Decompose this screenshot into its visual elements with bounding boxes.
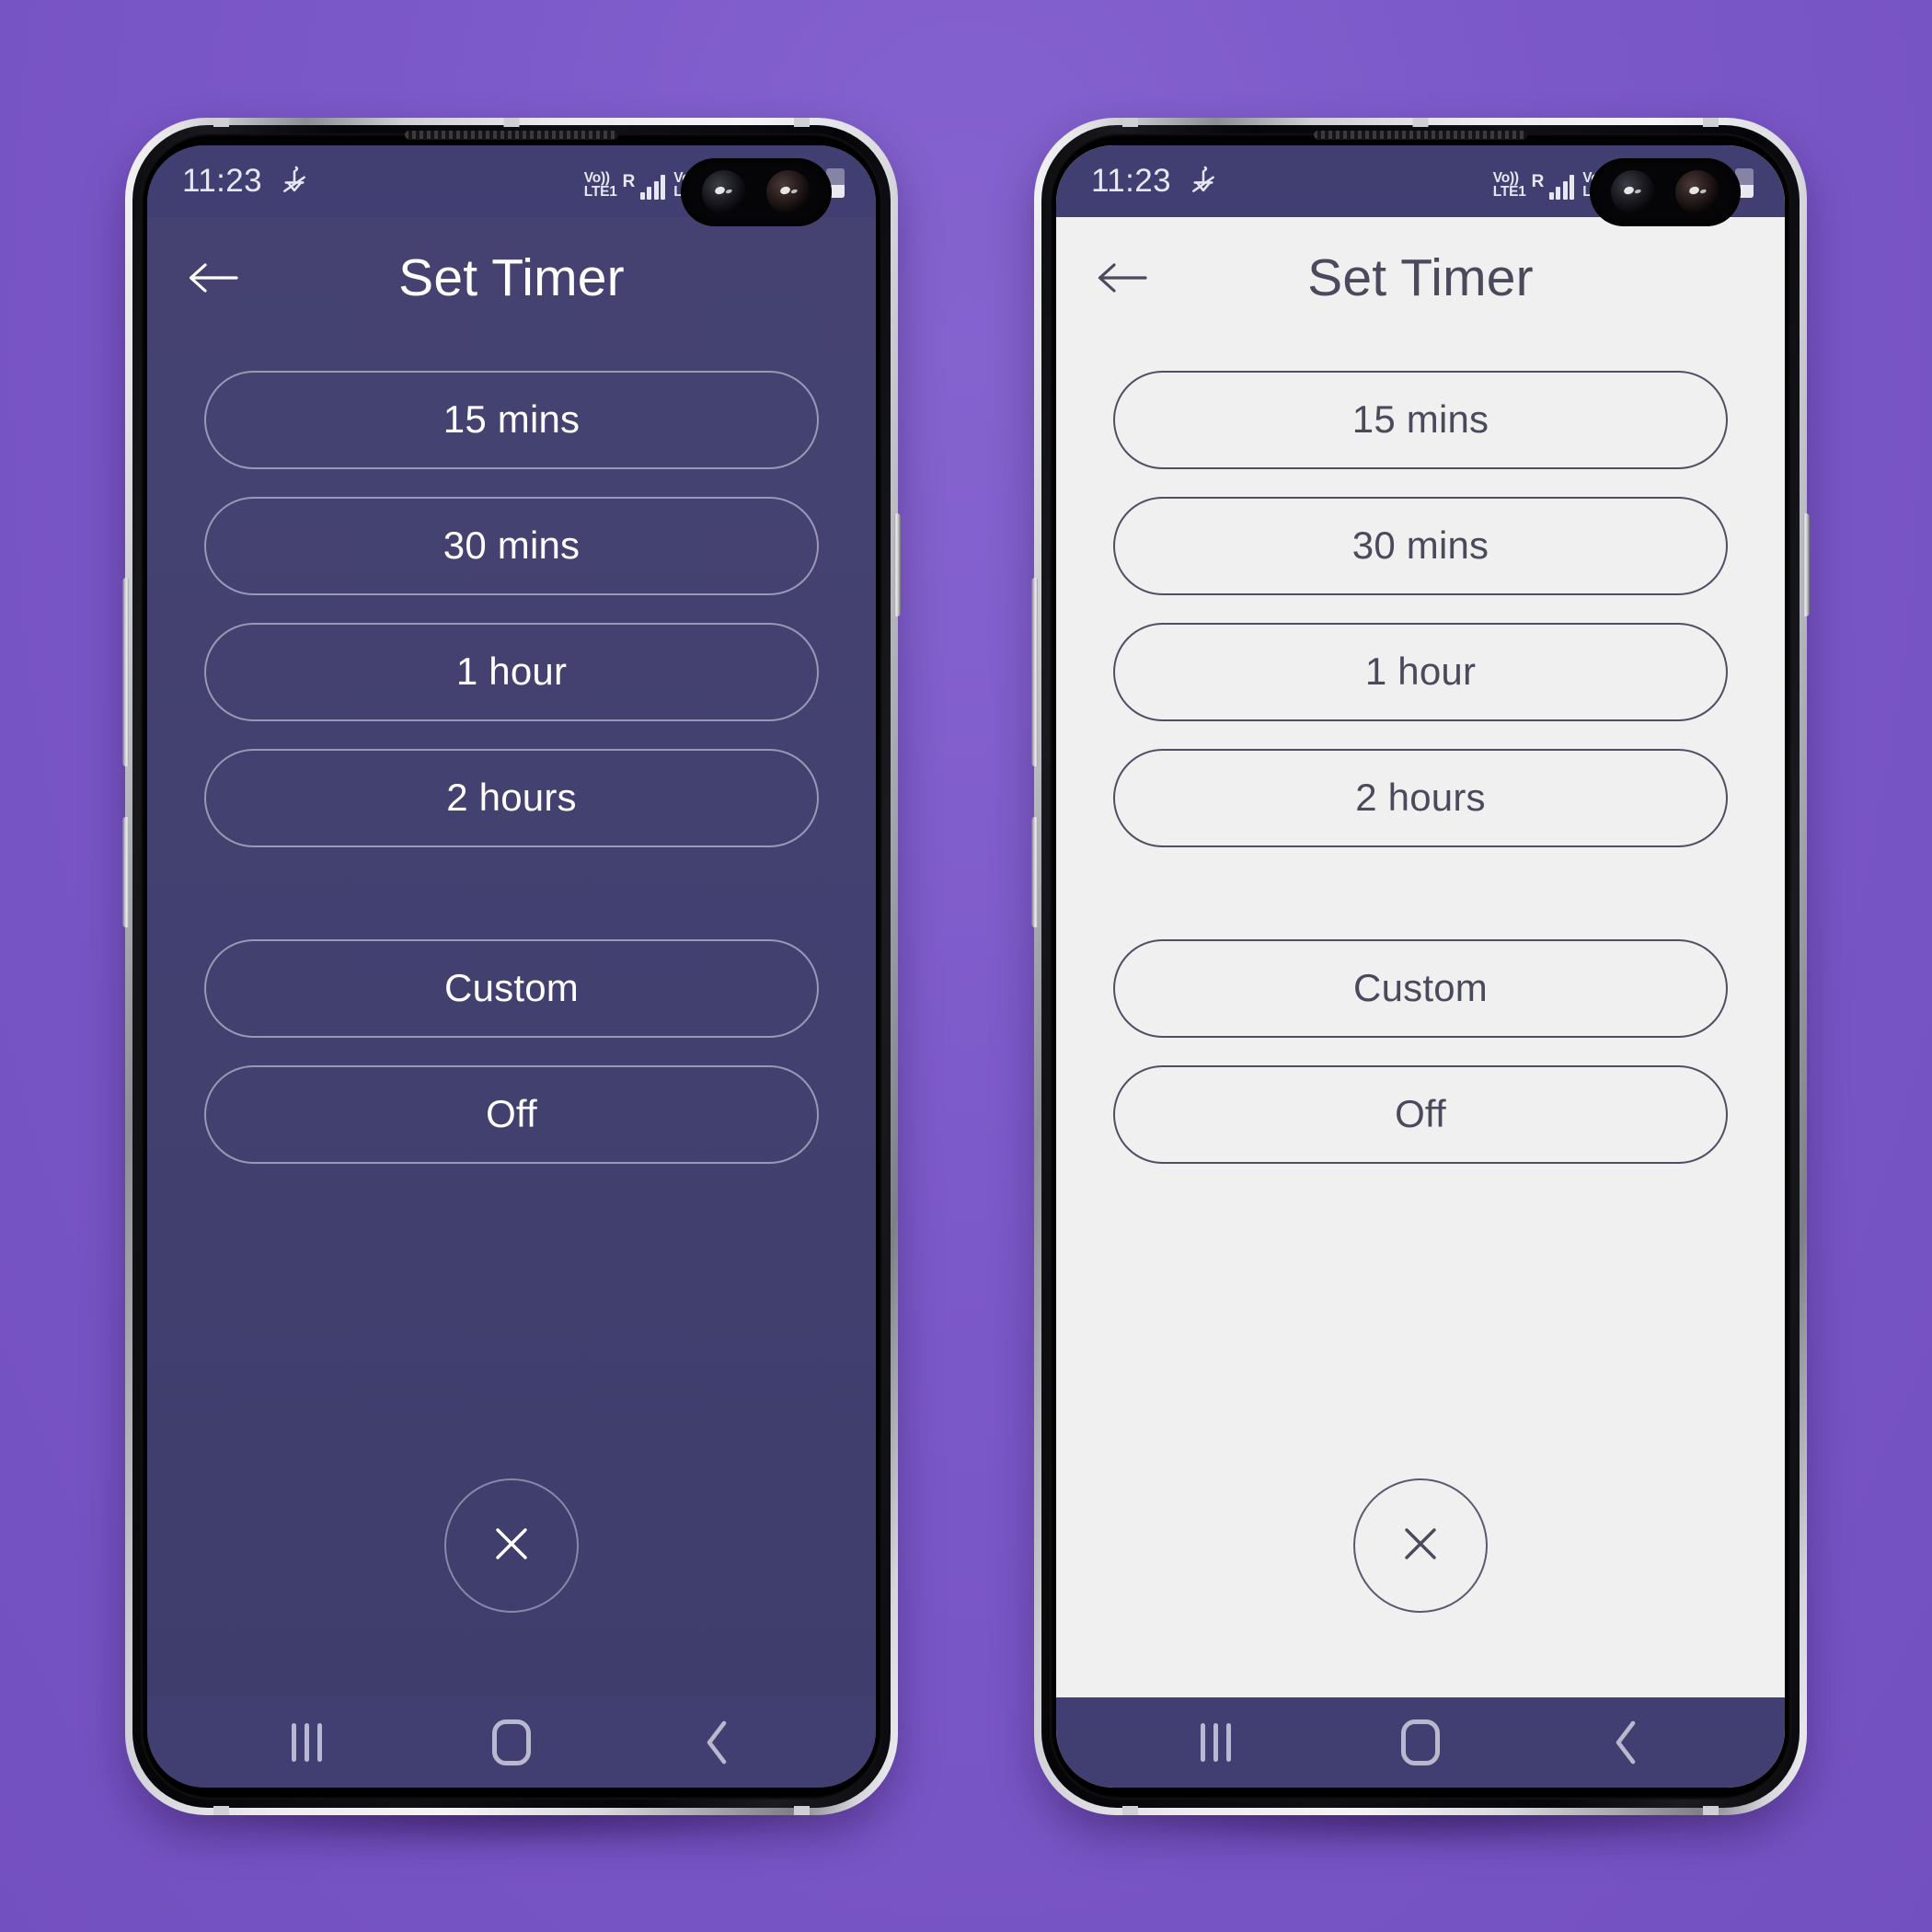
punch-hole-camera-cutout (1590, 157, 1741, 226)
recents-icon (291, 1722, 322, 1762)
primary-timer-options: 15 mins 30 mins 1 hour 2 hours (1056, 339, 1785, 847)
front-camera-lens-primary (1610, 169, 1655, 214)
nav-recents-button[interactable] (1165, 1708, 1266, 1777)
sim1-volte-label: Vo)) LTE1 (583, 171, 617, 200)
status-bar-clock: 11:23 (1091, 162, 1171, 199)
antenna-nub-top-left (1122, 117, 1138, 127)
android-navigation-bar (147, 1696, 876, 1788)
status-bar-clock: 11:23 (182, 162, 262, 199)
nav-home-button[interactable] (1370, 1708, 1471, 1777)
punch-hole-camera-cutout (681, 157, 832, 226)
sim1-volte-bottom: LTE1 (583, 183, 617, 200)
timer-option-30-mins[interactable]: 30 mins (204, 496, 819, 595)
sim1-volte-label: Vo)) LTE1 (1492, 171, 1526, 200)
device-screen-dark: 11:23 Vo)) LTE1 R Set Timer 15 mins 30 m… (147, 144, 876, 1788)
nav-recents-button[interactable] (256, 1708, 357, 1777)
antenna-nub-bottom-left (213, 1805, 229, 1815)
timer-option-off[interactable]: Off (1113, 1064, 1728, 1164)
sim1-signal-group: Vo)) LTE1 R (1492, 171, 1575, 200)
close-dialog-button[interactable] (1353, 1478, 1488, 1613)
nav-back-button[interactable] (666, 1708, 767, 1777)
close-button-area (147, 1478, 876, 1697)
back-button[interactable] (1087, 244, 1156, 312)
timer-option-custom[interactable]: Custom (204, 938, 819, 1038)
antenna-nub-top-center (503, 117, 520, 127)
page-title: Set Timer (1307, 247, 1534, 307)
nav-back-button[interactable] (1575, 1708, 1676, 1777)
antenna-nub-top-right (1703, 117, 1719, 127)
sim1-signal-group: Vo)) LTE1 R (583, 171, 666, 200)
recents-icon (1200, 1722, 1231, 1762)
mute-vibrate-icon (1188, 166, 1219, 197)
timer-option-1-hour[interactable]: 1 hour (204, 622, 819, 721)
primary-timer-options: 15 mins 30 mins 1 hour 2 hours (147, 339, 876, 847)
antenna-nub-bottom-left (1122, 1805, 1138, 1815)
arrow-left-icon (185, 259, 240, 296)
sim1-signal-bars-icon (1548, 174, 1575, 200)
timer-option-30-mins[interactable]: 30 mins (1113, 496, 1728, 595)
secondary-timer-options: Custom Off (1056, 847, 1785, 1164)
home-icon (491, 1719, 531, 1765)
phone-mockup-stage: 11:23 Vo)) LTE1 R Set Timer 15 mins 30 m… (0, 0, 1932, 1932)
app-bar: Set Timer (147, 217, 876, 339)
sim1-volte-bottom: LTE1 (1492, 183, 1526, 200)
mute-vibrate-icon (279, 166, 310, 197)
page-title: Set Timer (398, 247, 625, 307)
earpiece-speaker (405, 130, 618, 139)
android-navigation-bar (1056, 1696, 1785, 1788)
timer-option-15-mins[interactable]: 15 mins (1113, 370, 1728, 469)
close-dialog-button[interactable] (444, 1478, 579, 1613)
timer-option-2-hours[interactable]: 2 hours (204, 748, 819, 847)
arrow-left-icon (1094, 259, 1149, 296)
antenna-nub-top-center (1412, 117, 1429, 127)
back-chevron-icon (701, 1719, 732, 1766)
secondary-timer-options: Custom Off (147, 847, 876, 1164)
power-hardware-button[interactable] (122, 816, 129, 927)
earpiece-speaker (1314, 130, 1527, 139)
status-bar-left: 11:23 (182, 163, 310, 200)
roaming-indicator: R (622, 172, 636, 192)
bixby-hardware-button[interactable] (1803, 512, 1810, 616)
timer-option-15-mins[interactable]: 15 mins (204, 370, 819, 469)
power-hardware-button[interactable] (1031, 816, 1038, 927)
close-button-area (1056, 1478, 1785, 1697)
front-camera-lens-secondary (1675, 169, 1720, 214)
sim1-signal-bars-icon (639, 174, 666, 200)
timer-option-1-hour[interactable]: 1 hour (1113, 622, 1728, 721)
timer-option-custom[interactable]: Custom (1113, 938, 1728, 1038)
status-bar-left: 11:23 (1091, 163, 1219, 200)
front-camera-lens-secondary (766, 169, 811, 214)
phone-device-dark: 11:23 Vo)) LTE1 R Set Timer 15 mins 30 m… (122, 117, 901, 1843)
phone-device-light: 11:23 Vo)) LTE1 R Set Timer 15 mins 30 m… (1031, 117, 1810, 1843)
nav-home-button[interactable] (461, 1708, 562, 1777)
back-button[interactable] (178, 244, 247, 312)
volume-hardware-button[interactable] (1031, 577, 1038, 766)
close-x-icon (1395, 1518, 1446, 1572)
timer-screen-content: Set Timer 15 mins 30 mins 1 hour 2 hours… (1056, 216, 1785, 1697)
timer-screen-content: Set Timer 15 mins 30 mins 1 hour 2 hours… (147, 216, 876, 1697)
antenna-nub-bottom-right (794, 1805, 810, 1815)
close-x-icon (486, 1518, 537, 1572)
back-chevron-icon (1610, 1719, 1641, 1766)
timer-option-off[interactable]: Off (204, 1064, 819, 1164)
bixby-hardware-button[interactable] (894, 512, 901, 616)
home-icon (1400, 1719, 1440, 1765)
app-bar: Set Timer (1056, 217, 1785, 339)
antenna-nub-top-right (794, 117, 810, 127)
antenna-nub-top-left (213, 117, 229, 127)
front-camera-lens-primary (701, 169, 746, 214)
roaming-indicator: R (1531, 172, 1545, 192)
device-screen-light: 11:23 Vo)) LTE1 R Set Timer 15 mins 30 m… (1056, 144, 1785, 1788)
antenna-nub-bottom-right (1703, 1805, 1719, 1815)
timer-option-2-hours[interactable]: 2 hours (1113, 748, 1728, 847)
volume-hardware-button[interactable] (122, 577, 129, 766)
